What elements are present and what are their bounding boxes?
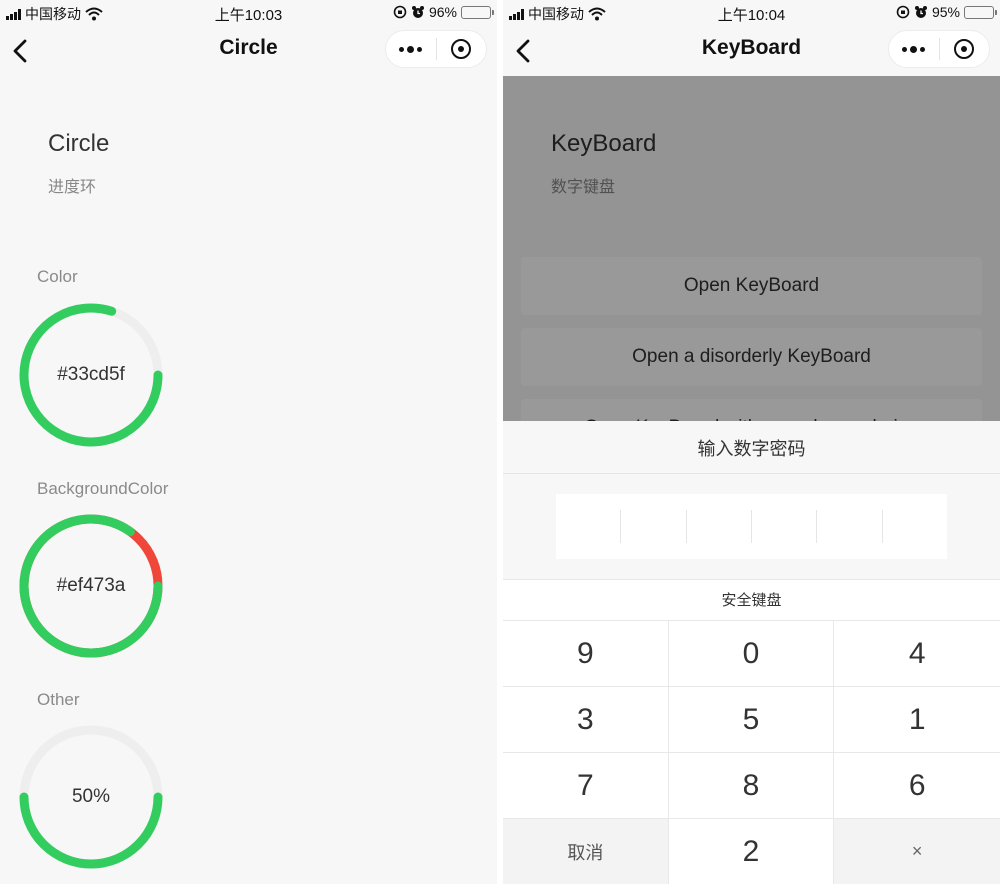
more-button[interactable] — [386, 31, 436, 67]
close-miniprogram-button[interactable] — [437, 31, 487, 67]
key-7[interactable]: 7 — [503, 753, 669, 819]
password-cell — [685, 510, 751, 543]
battery-icon — [964, 5, 997, 19]
close-miniprogram-button[interactable] — [940, 31, 990, 67]
key-2[interactable]: 2 — [668, 819, 835, 884]
section-label-background: BackgroundColor — [37, 479, 169, 498]
cancel-key[interactable]: 取消 — [503, 819, 669, 884]
key-9[interactable]: 9 — [503, 621, 669, 687]
page-title: Circle — [48, 130, 110, 157]
page-subtitle: 进度环 — [48, 179, 97, 196]
password-cell — [556, 510, 620, 543]
key-1[interactable]: 1 — [834, 687, 1000, 753]
capsule-menu — [888, 30, 990, 68]
alarm-icon — [411, 6, 424, 18]
section-label-other: Other — [37, 690, 80, 709]
key-8[interactable]: 8 — [668, 753, 835, 819]
password-cell — [620, 510, 685, 543]
sheet-title: 输入数字密码 — [697, 439, 806, 459]
orientation-lock-icon — [393, 5, 407, 19]
key-3[interactable]: 3 — [503, 687, 669, 753]
keyboard-screen: 中国移动 上午10:04 95% KeyBoard KeyBoard 数字键盘 … — [503, 0, 1000, 884]
password-input[interactable] — [556, 494, 947, 559]
alarm-icon — [914, 6, 927, 18]
target-icon — [954, 39, 975, 59]
password-sheet: 输入数字密码 安全键盘 9 0 4 3 5 1 7 8 6 取消 2 × — [503, 421, 1000, 884]
status-bar: 中国移动 上午10:04 95% — [503, 0, 1000, 26]
more-icon — [902, 45, 926, 53]
orientation-lock-icon — [896, 5, 910, 19]
key-4[interactable]: 4 — [834, 621, 1000, 687]
delete-key[interactable]: × — [834, 819, 1000, 884]
nav-bar: KeyBoard — [503, 26, 1000, 76]
battery-percent: 95% — [931, 4, 960, 20]
key-6[interactable]: 6 — [834, 753, 1000, 819]
battery-icon — [461, 5, 494, 19]
ring-text-color: #33cd5f — [57, 364, 125, 385]
capsule-menu — [385, 30, 487, 68]
keyboard-title: 安全键盘 — [503, 580, 1000, 621]
more-button[interactable] — [889, 31, 939, 67]
circle-screen: 中国移动 上午10:03 96% Circle Circle 进度环 Color… — [0, 0, 497, 884]
password-cell — [750, 510, 816, 543]
status-bar: 中国移动 上午10:03 96% — [0, 0, 497, 26]
nav-bar: Circle — [0, 26, 497, 76]
ring-text-other: 50% — [71, 786, 111, 807]
key-0[interactable]: 0 — [668, 621, 835, 687]
battery-percent: 96% — [428, 4, 457, 20]
ring-text-background: #ef473a — [56, 575, 126, 596]
password-cell — [881, 510, 947, 543]
more-icon — [399, 45, 423, 53]
section-label-color: Color — [37, 267, 78, 286]
key-5[interactable]: 5 — [668, 687, 835, 753]
password-cell — [816, 510, 881, 543]
numeric-keyboard: 安全键盘 9 0 4 3 5 1 7 8 6 取消 2 × — [503, 579, 1000, 884]
target-icon — [451, 39, 472, 59]
